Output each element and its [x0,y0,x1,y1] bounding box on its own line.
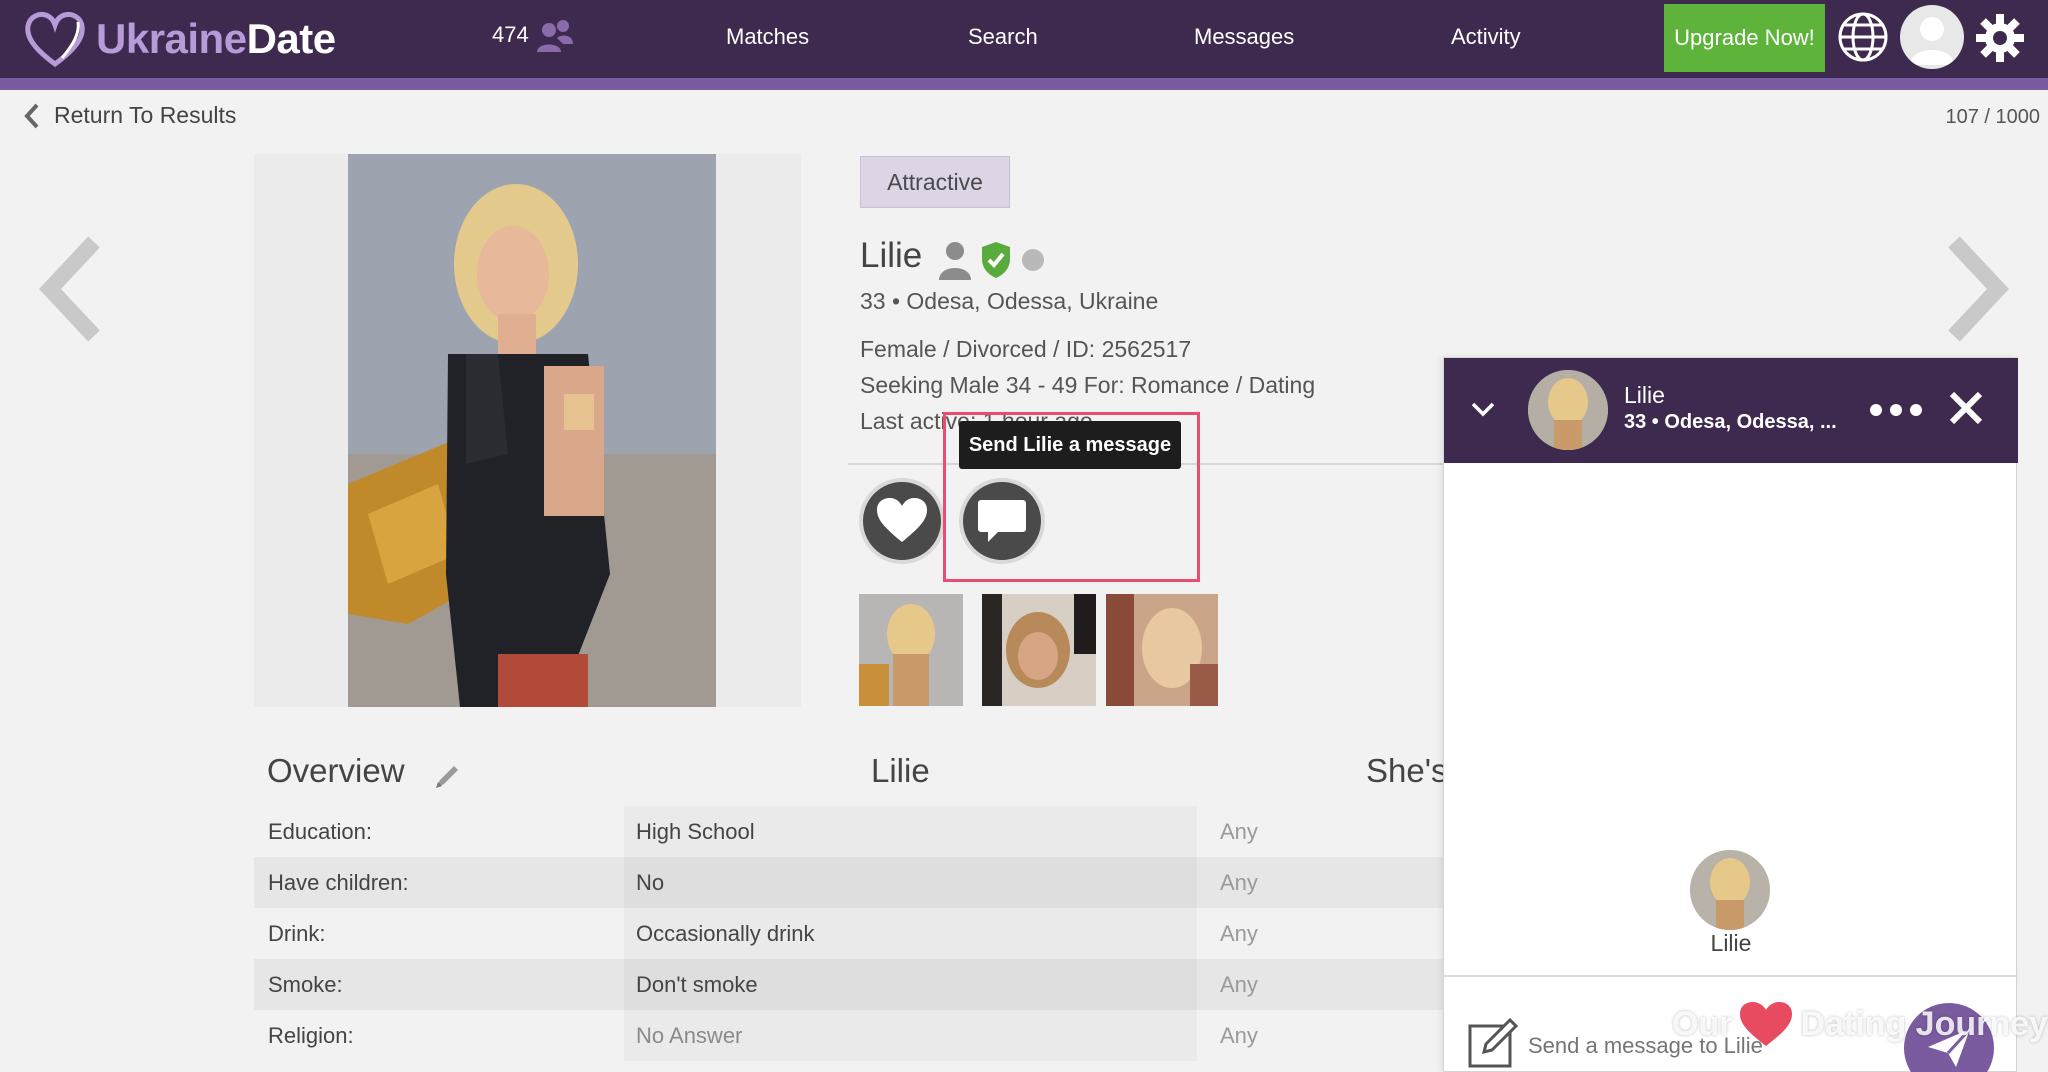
nav-activity[interactable]: Activity [1451,24,1521,50]
table-row: Have children: No Any [254,857,1444,908]
chat-divider [1444,975,2018,977]
brand-logo[interactable]: UkraineDate [22,6,336,72]
profile-photo-image [348,154,716,707]
more-options-icon[interactable] [1868,392,1924,428]
row-value: No [624,857,1197,908]
row-seeking: Any [1220,1022,1258,1048]
compose-icon [1468,1017,1519,1068]
chat-contact-avatar [1690,850,1770,930]
thumbnail-image-1 [859,594,963,706]
row-label: Religion: [268,1022,354,1048]
heart-icon [877,498,927,542]
profile-seeking: Seeking Male 34 - 49 For: Romance / Dati… [860,372,1316,398]
globe-icon[interactable] [1836,10,1890,64]
paper-plane-icon [1928,1027,1972,1067]
table-row: Smoke: Don't smoke Any [254,959,1444,1010]
pixelated-portrait-image [348,154,716,707]
chat-panel: Lilie 33 • Odesa, Odessa, ... Lilie [1443,357,2018,1072]
verified-shield-icon [982,242,1010,278]
overview-table: Education: High School Any Have children… [254,806,1444,1061]
row-seeking: Any [1220,971,1258,997]
chat-contact-location: 33 • Odesa, Odessa, ... [1624,411,1837,433]
main-profile-photo[interactable] [254,154,801,707]
chat-contact-label: Lilie [1710,930,1752,956]
nav-search[interactable]: Search [968,24,1038,50]
row-label: Education: [268,818,372,844]
send-button[interactable] [1904,1003,1994,1072]
user-avatar[interactable] [1900,5,1964,69]
overview-title-text: Overview [267,752,405,789]
user-silhouette-icon [1910,17,1954,65]
brand-name: UkraineDate [96,15,336,62]
profile-age-location: 33 • Odesa, Odessa, Ukraine [860,288,1159,314]
nav-accent-stripe [0,78,2048,90]
edit-pencil-icon[interactable] [432,760,464,792]
users-icon [536,20,573,52]
thumbnail-image-3 [1106,594,1218,706]
row-label: Smoke: [268,971,343,997]
table-row: Drink: Occasionally drink Any [254,908,1444,959]
user-profile-icon [939,242,971,280]
row-value: Occasionally drink [624,908,1197,959]
overview-title: Overview [267,752,405,790]
next-profile-arrow-icon[interactable] [1942,234,2012,344]
online-count[interactable]: 474 [492,18,575,52]
send-message-tooltip: Send Lilie a message [959,421,1181,469]
return-label: Return To Results [54,102,237,128]
nav-matches[interactable]: Matches [726,24,809,50]
gear-icon[interactable] [1974,12,2026,64]
table-row: Education: High School Any [254,806,1444,857]
row-value: No Answer [624,1010,1197,1061]
result-counter: 107 / 1000 [1945,106,2040,128]
row-seeking: Any [1220,920,1258,946]
row-label: Have children: [268,869,409,895]
top-nav: UkraineDate 474 Matches Search Messages … [0,0,2048,78]
nav-messages[interactable]: Messages [1194,24,1294,50]
return-to-results-link[interactable]: Return To Results [24,102,236,129]
profile-gender-status-id: Female / Divorced / ID: 2562517 [860,336,1192,362]
chat-avatar-image [1528,370,1608,450]
profile-status-icons [938,240,1046,280]
chat-contact-avatar-image [1690,850,1770,930]
chat-contact-name: Lilie [1624,382,1665,408]
photo-thumbnail-1[interactable] [859,594,963,706]
previous-profile-arrow-icon[interactable] [36,234,106,344]
favorite-heart-button[interactable] [859,478,945,564]
chat-avatar[interactable] [1528,370,1608,450]
chat-header: Lilie 33 • Odesa, Odessa, ... [1444,358,2018,463]
close-icon[interactable] [1946,388,1986,428]
upgrade-button[interactable]: Upgrade Now! [1664,4,1825,72]
heart-logo-icon [25,11,85,68]
table-row: Religion: No Answer Any [254,1010,1444,1061]
profile-name: Lilie [860,236,923,275]
chevron-left-icon [24,103,39,128]
row-label: Drink: [268,920,326,946]
photo-thumbnail-3[interactable] [1106,594,1218,706]
row-value: High School [624,806,1197,857]
overview-col-seeking: She's [1366,752,1448,789]
row-seeking: Any [1220,869,1258,895]
overview-col-name: Lilie [871,752,930,789]
row-value: Don't smoke [624,959,1197,1010]
online-status-dot-icon [1022,249,1044,271]
chat-message-input[interactable] [1528,1026,1888,1066]
row-seeking: Any [1220,818,1258,844]
online-count-value: 474 [492,22,529,47]
photo-thumbnail-2[interactable] [982,594,1096,706]
attractive-tag: Attractive [860,156,1010,208]
chevron-down-icon[interactable] [1468,394,1498,424]
thumbnail-image-2 [982,594,1096,706]
